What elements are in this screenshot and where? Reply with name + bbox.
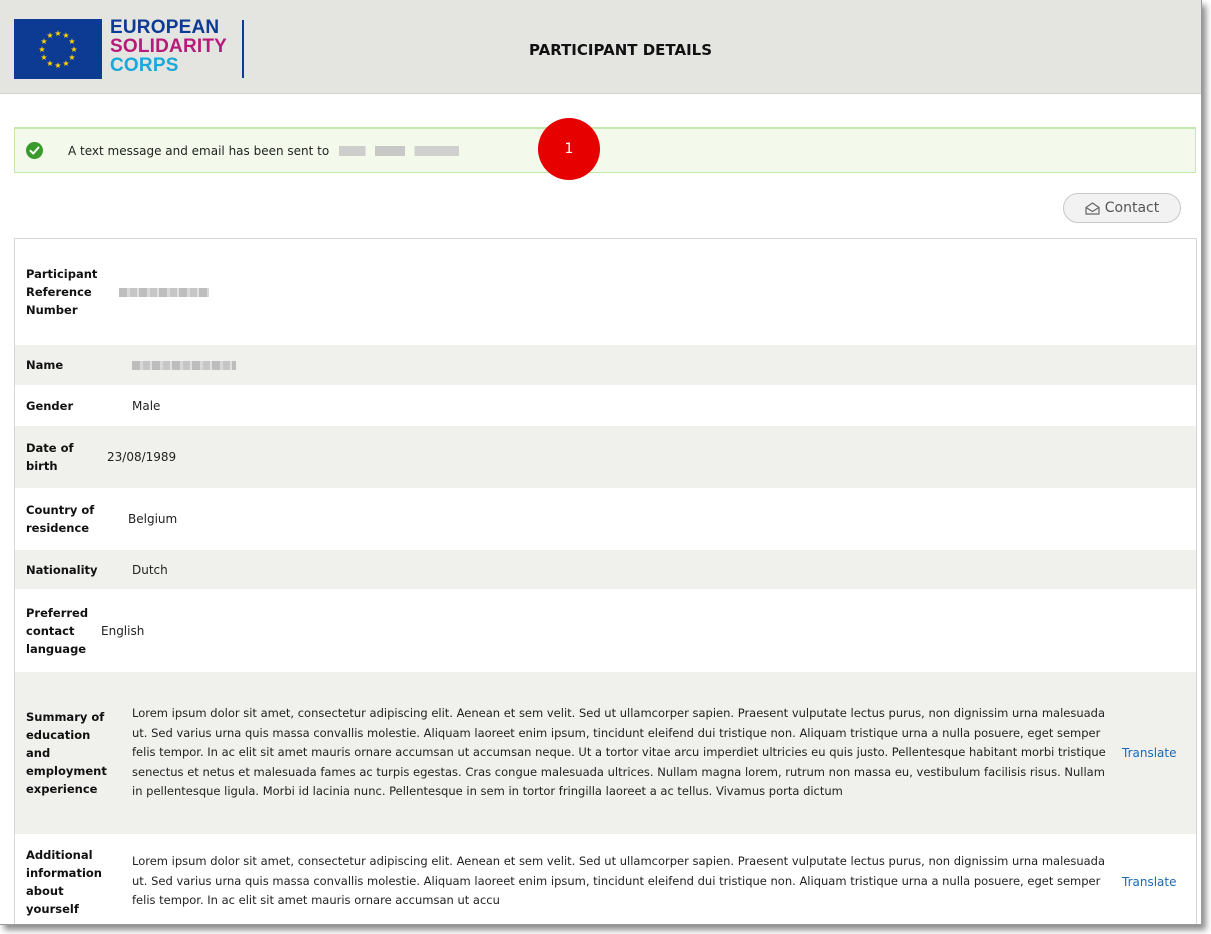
- header-bar: ★ ★ ★ ★ ★ ★ ★ ★ ★ ★ ★ ★ EUROPEAN SOLIDAR…: [0, 0, 1201, 94]
- detail-row-reference: Participant Reference Number: [15, 239, 1196, 345]
- detail-row-gender: Gender Male: [15, 385, 1196, 426]
- detail-label: Summary of education and employment expe…: [26, 710, 107, 796]
- redacted-recipient: [339, 146, 460, 156]
- detail-label: Participant Reference Number: [26, 267, 98, 317]
- detail-value: Lorem ipsum dolor sit amet, consectetur …: [132, 706, 1106, 799]
- detail-value: Dutch: [132, 562, 168, 577]
- logo-line-european: EUROPEAN: [110, 17, 220, 38]
- detail-row-dob: Date of birth 23/08/1989: [15, 426, 1196, 488]
- detail-label: Gender: [26, 398, 74, 413]
- detail-row-additional-info: Additional information about yourself Lo…: [15, 834, 1196, 924]
- detail-value: Belgium: [128, 512, 178, 526]
- detail-value: 23/08/1989: [107, 450, 177, 464]
- detail-label: Country of residence: [26, 503, 95, 535]
- detail-label: Additional information about yourself: [26, 847, 102, 916]
- envelope-open-icon: [1085, 201, 1100, 215]
- detail-value: Lorem ipsum dolor sit amet, consectetur …: [132, 854, 1106, 908]
- participant-details-table: Participant Reference Number Name Gender…: [14, 238, 1197, 924]
- contact-button-label: Contact: [1104, 200, 1160, 216]
- detail-value-redacted: [132, 356, 1196, 374]
- detail-label: Date of birth: [26, 441, 74, 473]
- translate-link[interactable]: Translate: [1122, 746, 1196, 760]
- success-alert: A text message and email has been sent t…: [14, 127, 1196, 173]
- detail-value: English: [101, 623, 145, 638]
- detail-value: Male: [132, 398, 161, 413]
- app-window: ★ ★ ★ ★ ★ ★ ★ ★ ★ ★ ★ ★ EUROPEAN SOLIDAR…: [0, 0, 1202, 925]
- detail-value-redacted: [119, 283, 1196, 301]
- check-circle-icon: [26, 142, 43, 159]
- detail-row-nationality: Nationality Dutch: [15, 550, 1196, 589]
- detail-row-country: Country of residence Belgium: [15, 488, 1196, 550]
- detail-label: Nationality: [26, 562, 98, 577]
- translate-link[interactable]: Translate: [1122, 875, 1196, 889]
- step-badge: 1: [538, 118, 600, 180]
- alert-message: A text message and email has been sent t…: [68, 144, 460, 158]
- svg-text:★: ★: [62, 59, 69, 68]
- redacted-reference-number: [119, 288, 209, 297]
- page-title: PARTICIPANT DETAILS: [528, 41, 713, 59]
- detail-row-name: Name: [15, 345, 1196, 385]
- svg-text:★: ★: [54, 61, 61, 70]
- detail-row-language: Preferred contact language English: [15, 589, 1196, 672]
- contact-button[interactable]: Contact: [1063, 193, 1181, 223]
- detail-label: Preferred contact language: [26, 605, 89, 656]
- svg-text:★: ★: [46, 31, 53, 40]
- detail-label: Name: [26, 358, 64, 372]
- redacted-name: [132, 361, 236, 370]
- detail-row-education-summary: Summary of education and employment expe…: [15, 672, 1196, 834]
- svg-text:★: ★: [54, 29, 61, 38]
